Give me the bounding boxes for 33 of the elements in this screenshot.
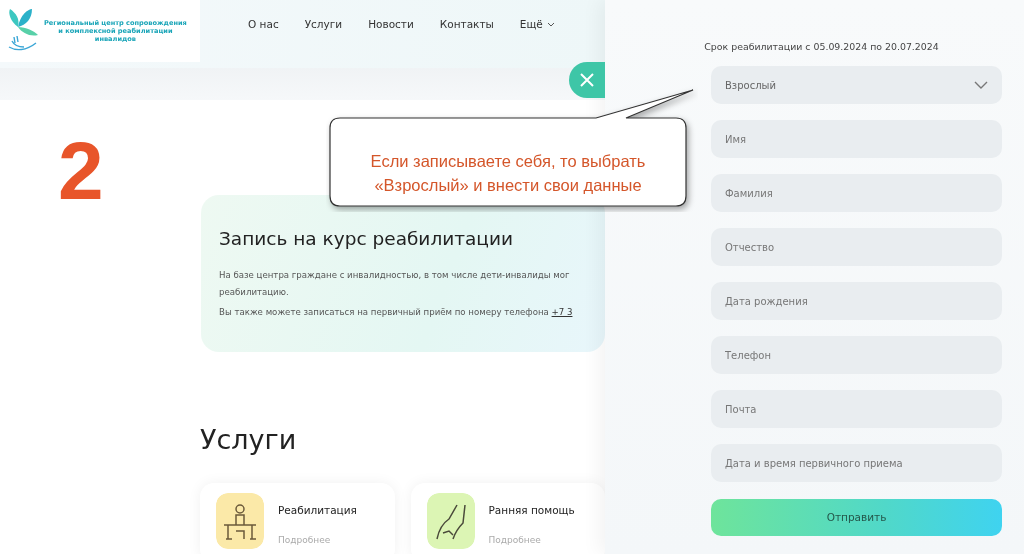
step-number: 2 bbox=[58, 130, 104, 210]
input-field[interactable]: Дата и время первичного приема bbox=[711, 444, 1002, 483]
phone-text: Вы также можете записаться на первичный приём по номеру телефона +7 3 bbox=[219, 306, 574, 320]
phone-link[interactable]: +7 3 bbox=[551, 307, 573, 318]
chevron-down-icon bbox=[974, 81, 988, 90]
card-text: На базе центра граждане с инвалидностью, в том числе дети-инвалиды мог реабилитацию. bbox=[219, 268, 571, 299]
close-icon bbox=[580, 73, 594, 87]
chevron-down-icon bbox=[546, 22, 555, 28]
service-card[interactable]: Реабилитация Подробнее bbox=[200, 482, 395, 554]
input-field[interactable]: Отчество bbox=[711, 228, 1002, 267]
input-field[interactable]: Имя bbox=[711, 120, 1002, 159]
card-title: Запись на курс реабилитации bbox=[219, 227, 514, 251]
period-text: Срок реабилитации с 05.09.2024 по 20.07.2024 bbox=[703, 40, 940, 54]
close-button[interactable] bbox=[569, 62, 605, 98]
input-field[interactable]: Фамилия bbox=[711, 174, 1002, 213]
section-title: Услуги bbox=[200, 423, 298, 457]
hand-icon bbox=[426, 492, 475, 549]
submit-button[interactable]: Отправить bbox=[711, 499, 1002, 537]
nav-dropdown[interactable]: Ещё bbox=[519, 17, 555, 33]
nav-link[interactable]: Контакты bbox=[439, 17, 494, 33]
nav-link[interactable]: О нас bbox=[248, 17, 279, 33]
input-field[interactable]: Почта bbox=[711, 390, 1002, 429]
input-field[interactable]: Телефон bbox=[711, 336, 1002, 375]
callout-text: Если записываете себя, то выбрать «Взрослый» и внести свои данные bbox=[369, 151, 647, 196]
select-value: Взрослый bbox=[725, 78, 776, 93]
input-field[interactable]: Дата рождения bbox=[711, 282, 1002, 321]
service-title: Ранняя помощь bbox=[488, 502, 575, 518]
nav-link[interactable]: Новости bbox=[368, 17, 414, 33]
service-card[interactable]: Ранняя помощь Подробнее bbox=[410, 482, 605, 554]
service-title: Реабилитация bbox=[278, 502, 357, 518]
nav-link[interactable]: Услуги bbox=[304, 17, 343, 33]
desk-figure-icon bbox=[216, 492, 264, 549]
select-field[interactable]: Взрослый bbox=[711, 66, 1002, 105]
